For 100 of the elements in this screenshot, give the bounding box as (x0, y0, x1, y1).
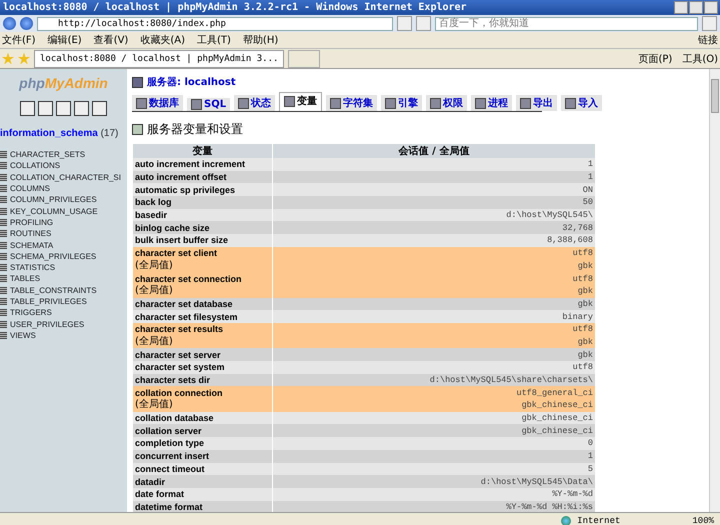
variable-value: utf8_general_ci (273, 386, 595, 400)
variable-name: (全局值) (133, 399, 272, 412)
back-button[interactable] (3, 17, 16, 30)
variable-name: character set client (133, 246, 272, 260)
menu-item[interactable]: 文件(F) (2, 33, 36, 47)
variable-value: 0 (273, 437, 595, 450)
variable-name: datadir (133, 475, 272, 488)
variable-value: 8,388,608 (273, 234, 595, 247)
table-link[interactable]: TABLES (10, 274, 40, 284)
nav-tab[interactable]: 进程 (471, 95, 512, 111)
nav-tab[interactable]: 变量 (279, 92, 322, 111)
variable-value: 5 (273, 462, 595, 476)
variable-value: %Y-%m-%d (273, 488, 595, 501)
close-button[interactable] (704, 1, 718, 14)
variable-name: collation database (133, 412, 272, 424)
nav-tab[interactable]: 导出 (516, 95, 558, 111)
variable-value: d:\host\MySQL545\Data\ (273, 475, 595, 488)
table-link[interactable]: SCHEMATA (10, 240, 54, 250)
variable-value: gbk (273, 336, 595, 348)
variable-name: (全局值) (133, 284, 272, 298)
table-link[interactable]: CHARACTER_SETS (10, 150, 86, 160)
minimize-button[interactable] (674, 1, 688, 14)
column-header: 变量 (133, 144, 272, 158)
maximize-button[interactable] (689, 1, 703, 14)
table-link[interactable]: TABLE_CONSTRAINTS (10, 286, 97, 295)
table-count: (17) (100, 128, 118, 139)
forward-button[interactable] (20, 17, 33, 30)
variable-value: gbk (273, 260, 595, 272)
zone-label: Internet (577, 516, 620, 525)
variable-name: concurrent insert (133, 450, 272, 462)
add-favorite-icon[interactable] (18, 52, 30, 64)
nav-tab[interactable]: SQL (187, 98, 230, 111)
table-link[interactable]: SCHEMA_PRIVILEGES (10, 252, 96, 261)
variable-name: character set server (133, 348, 272, 361)
nav-tab[interactable]: 引擎 (381, 95, 422, 111)
variable-name: character sets dir (133, 374, 272, 386)
nav-tab[interactable]: 状态 (234, 95, 276, 111)
variable-name: completion type (133, 437, 272, 450)
table-link[interactable]: VIEWS (10, 330, 36, 340)
variable-name: auto increment offset (133, 170, 272, 184)
table-link[interactable]: USER_PRIVILEGES (10, 320, 84, 329)
table-link[interactable]: COLUMN_PRIVILEGES (10, 195, 97, 204)
variable-name: auto increment increment (133, 158, 272, 171)
command-button[interactable]: 页面(P) (638, 52, 672, 66)
server-label[interactable]: 服务器: localhost (147, 75, 236, 89)
nav-tab[interactable]: 权限 (426, 95, 468, 111)
variable-value: 1 (273, 450, 595, 462)
new-tab-button[interactable] (288, 50, 320, 68)
table-link[interactable]: TABLE_PRIVILEGES (10, 297, 87, 306)
table-link[interactable]: COLLATIONS (10, 161, 60, 170)
table-link[interactable]: KEY_COLUMN_USAGE (10, 206, 98, 216)
stop-button[interactable] (416, 16, 431, 31)
database-link[interactable]: information_schema (0, 128, 98, 139)
variable-value: 32,768 (273, 221, 595, 234)
variable-name: binlog cache size (133, 221, 272, 234)
table-link[interactable]: TRIGGERS (10, 308, 52, 318)
links-menu[interactable]: 链接 (698, 33, 718, 47)
address-field[interactable]: http://localhost:8080/index.php (37, 16, 393, 30)
variable-name: collation server (133, 424, 272, 438)
variable-value: gbk (273, 284, 595, 298)
variable-value: gbk_chinese_ci (273, 424, 595, 438)
search-field[interactable]: 百度一下，你就知道 (435, 16, 698, 30)
variable-value: utf8 (273, 361, 595, 374)
variable-name: collation connection (133, 386, 272, 400)
table-link[interactable]: PROFILING (10, 218, 54, 227)
window-title: localhost:8080 / localhost | phpMyAdmin 3.2.2-rc1 - Windows Internet Explorer (3, 2, 468, 13)
column-header: 会话值 / 全局值 (273, 144, 595, 158)
variable-name: character set filesystem (133, 310, 272, 323)
menu-item[interactable]: 收藏夹(A) (140, 33, 185, 47)
nav-tab[interactable]: 字符集 (326, 95, 378, 111)
page-heading: 服务器变量和设置 (147, 121, 243, 138)
menu-item[interactable]: 工具(T) (197, 33, 231, 47)
table-link[interactable]: COLUMNS (10, 184, 50, 194)
menu-item[interactable]: 编辑(E) (48, 33, 82, 47)
variable-value: utf8 (273, 322, 595, 336)
variable-name: character set results (133, 322, 272, 336)
menu-item[interactable]: 查看(V) (94, 33, 128, 47)
refresh-button[interactable] (397, 16, 412, 31)
table-link[interactable]: ROUTINES (10, 229, 52, 238)
globe-icon (561, 516, 572, 525)
variable-value: gbk (273, 348, 595, 361)
server-icon (132, 76, 143, 88)
menu-item[interactable]: 帮助(H) (242, 33, 278, 47)
command-button[interactable]: 工具(O) (682, 52, 718, 66)
variable-name: character set database (133, 298, 272, 310)
variable-name: basedir (133, 208, 272, 222)
zoom-level[interactable]: 100% (692, 516, 714, 525)
variable-value: utf8 (273, 272, 595, 285)
logo: phpMyAdmin (18, 75, 109, 91)
search-button[interactable] (702, 16, 717, 31)
nav-tab[interactable]: 导入 (561, 95, 602, 111)
variable-value: d:\host\MySQL545\share\charsets\ (273, 374, 595, 386)
variable-value: gbk_chinese_ci (273, 412, 595, 424)
nav-tab[interactable]: 数据库 (132, 95, 183, 111)
table-link[interactable]: COLLATION_CHARACTER_SI (10, 172, 121, 182)
table-link[interactable]: STATISTICS (10, 263, 56, 272)
browser-tab[interactable]: localhost:8080 / localhost | phpMyAdmin 3... (34, 50, 284, 68)
variable-name: (全局值) (133, 336, 272, 348)
variable-value: binary (273, 310, 595, 323)
variable-name: (全局值) (133, 260, 272, 272)
